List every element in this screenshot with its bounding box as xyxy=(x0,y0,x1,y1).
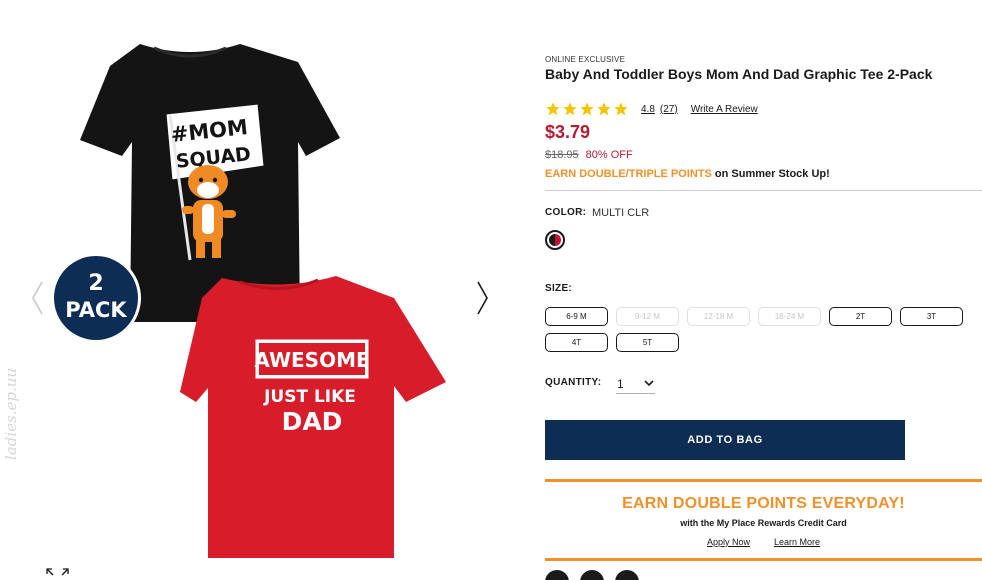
sale-price: $3.79 xyxy=(545,122,591,142)
size-option-12-18m: 12-18 M xyxy=(687,307,750,326)
discount-percent: 80% OFF xyxy=(585,149,633,161)
learn-more-link[interactable]: Learn More xyxy=(774,537,820,547)
rating-row: 4.8 (27) Write A Review xyxy=(545,100,758,118)
next-image-arrow-icon[interactable] xyxy=(472,278,492,318)
facebook-icon[interactable] xyxy=(580,570,604,580)
color-value: MULTI CLR xyxy=(592,207,650,219)
size-label: SIZE: xyxy=(545,283,573,294)
product-image: #MOM SQUAD AWESOME JUST LIKE DAD 2 PACK xyxy=(51,44,446,558)
rating-value[interactable]: 4.8 xyxy=(641,104,655,115)
star-icon xyxy=(597,102,611,116)
write-review-link[interactable]: Write A Review xyxy=(691,104,758,115)
divider xyxy=(545,190,982,191)
just-like-text: JUST LIKE xyxy=(263,387,356,407)
size-option-3t[interactable]: 3T xyxy=(900,307,963,326)
star-icon xyxy=(580,102,594,116)
online-exclusive-badge: ONLINE EXCLUSIVE xyxy=(545,55,626,64)
pack-badge-number: 2 xyxy=(88,271,103,296)
size-option-4t[interactable]: 4T xyxy=(545,333,608,352)
size-option-18-24m: 18-24 M xyxy=(758,307,821,326)
chevron-down-icon xyxy=(644,380,654,387)
rewards-links: Apply Now Learn More xyxy=(545,537,982,547)
watermark: ladies.ep.uu xyxy=(2,367,20,460)
star-icon xyxy=(614,102,628,116)
pack-badge-word: PACK xyxy=(65,298,127,322)
size-option-9-12m: 9-12 M xyxy=(616,307,679,326)
quantity-label: QUANTITY: xyxy=(545,377,602,388)
star-icon xyxy=(546,102,560,116)
twitter-icon[interactable] xyxy=(545,570,569,580)
add-to-bag-button[interactable]: ADD TO BAG xyxy=(545,420,905,460)
size-option-6-9m[interactable]: 6-9 M xyxy=(545,307,608,326)
star-rating xyxy=(545,101,629,117)
rewards-promo-banner: EARN DOUBLE POINTS EVERYDAY! with the My… xyxy=(545,479,982,561)
dad-text: DAD xyxy=(282,407,343,436)
product-title: Baby And Toddler Boys Mom And Dad Graphi… xyxy=(545,66,933,82)
original-price: $18.95 xyxy=(545,149,579,161)
awesome-text: AWESOME xyxy=(254,348,369,372)
previous-image-arrow-icon[interactable] xyxy=(28,278,48,318)
size-option-5t[interactable]: 5T xyxy=(616,333,679,352)
rewards-subtitle: with the My Place Rewards Credit Card xyxy=(680,518,847,528)
points-promo-text: on Summer Stock Up! xyxy=(711,168,830,180)
size-option-2t[interactable]: 2T xyxy=(829,307,892,326)
expand-icon[interactable] xyxy=(46,568,70,580)
quantity-value: 1 xyxy=(617,376,624,391)
social-share xyxy=(545,570,639,580)
pinterest-icon[interactable] xyxy=(615,570,639,580)
star-icon xyxy=(563,102,577,116)
product-image-gallery: #MOM SQUAD AWESOME JUST LIKE DAD 2 PACK … xyxy=(0,0,530,580)
color-label: COLOR: xyxy=(545,207,587,218)
color-swatch-multi[interactable] xyxy=(545,230,565,250)
apply-now-link[interactable]: Apply Now xyxy=(707,537,750,547)
price-details: $18.95 80% OFF xyxy=(545,149,633,161)
review-count-link[interactable]: (27) xyxy=(660,104,678,115)
quantity-select[interactable]: 1 xyxy=(616,374,655,394)
points-promo-highlight: EARN DOUBLE/TRIPLE POINTS xyxy=(545,168,712,180)
points-promo: EARN DOUBLE/TRIPLE POINTS on Summer Stoc… xyxy=(545,168,830,180)
rewards-title: EARN DOUBLE POINTS EVERYDAY! xyxy=(622,495,905,512)
size-options: 6-9 M 9-12 M 12-18 M 18-24 M 2T 3T 4T 5T xyxy=(545,307,982,352)
